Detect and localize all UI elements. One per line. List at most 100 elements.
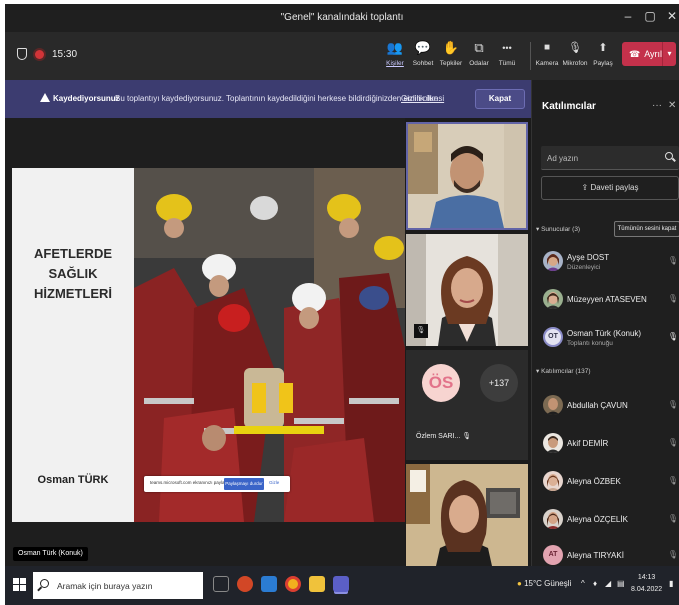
list-item[interactable]: Abdullah ÇAVUN 🎙 <box>541 392 679 420</box>
list-item[interactable]: Müzeyyen ATASEVEN 🎙 <box>541 286 679 314</box>
title-bar: "Genel" kanalındaki toplantı – ▢ ✕ <box>5 4 679 32</box>
search-icon <box>665 152 673 160</box>
task-view-icon[interactable] <box>213 576 229 592</box>
participant-overflow-tile[interactable]: ÖS +137 Özlem SARI... 🎙 <box>406 350 528 460</box>
chevron-down-icon[interactable]: ▾ <box>662 42 676 66</box>
list-item[interactable]: Ayşe DOST Düzenleyici 🎙 <box>541 248 679 276</box>
screen-share-bar: teams.microsoft.com ekranınızı paylaşıyo… <box>144 476 290 492</box>
taskbar-search[interactable]: Aramak için buraya yazın <box>33 572 203 599</box>
taskbar-search-placeholder: Aramak için buraya yazın <box>57 581 153 591</box>
more-icon: ••• <box>502 43 512 53</box>
avatar <box>543 509 563 529</box>
list-item[interactable]: Aleyna ÖZÇELİK 🎙 <box>541 506 679 534</box>
participant-name: Müzeyyen ATASEVEN <box>567 295 647 304</box>
share-button[interactable]: ⬆ Paylaş <box>585 40 621 67</box>
hide-share-bar-button[interactable]: Gizle <box>269 480 279 485</box>
chevron-down-icon: ▾ <box>536 368 540 375</box>
video-tile-participant-1[interactable] <box>406 122 528 230</box>
chrome-icon[interactable] <box>285 576 301 592</box>
avatar <box>543 433 563 453</box>
privacy-policy-link[interactable]: Gizlilik ilkesi <box>401 94 444 103</box>
minimize-button[interactable]: – <box>619 9 637 23</box>
share-label: Paylaş <box>593 60 613 67</box>
video-tile-participant-3[interactable] <box>406 464 528 566</box>
banner-title: Kaydediyorsunuz <box>53 94 120 103</box>
leave-label: Ayrıl <box>644 49 663 59</box>
keyboard-icon[interactable]: ▤ <box>617 579 625 588</box>
microphone-off-icon: 🎙 <box>667 294 678 303</box>
slide-title: AFETLERDE SAĞLIK HİZMETLERİ <box>12 244 134 304</box>
stop-sharing-button[interactable]: Paylaşmayı durdur <box>224 478 264 490</box>
microphone-icon: 🎙 <box>667 332 678 341</box>
participant-name: Abdullah ÇAVUN <box>567 401 628 410</box>
powerpoint-icon[interactable] <box>237 576 253 592</box>
panel-title: Katılımcılar <box>542 101 596 112</box>
attendees-header-label: Katılımcılar (137) <box>541 368 591 375</box>
share-invite-button[interactable]: ⇪ Daveti paylaş <box>541 176 679 200</box>
more-label: Tümü <box>498 60 516 67</box>
teams-window: "Genel" kanalındaki toplantı – ▢ ✕ 15:30… <box>5 4 679 605</box>
video-tile-participant-2[interactable]: 🎙 <box>406 234 528 346</box>
notifications-icon[interactable]: ▮ <box>669 579 673 588</box>
volume-icon[interactable]: ◢ <box>605 579 611 588</box>
chevron-down-icon: ▾ <box>536 226 540 233</box>
search-icon <box>40 579 49 588</box>
participant-name: Osman Türk (Konuk) <box>567 329 642 338</box>
meeting-toolbar: 15:30 👥 Kişiler 💬 Sohbet ✋ Tepkiler ⧉ Od… <box>5 32 679 80</box>
close-window-button[interactable]: ✕ <box>663 9 679 23</box>
maximize-button[interactable]: ▢ <box>641 9 659 23</box>
more-participants-bubble[interactable]: +137 <box>480 364 518 402</box>
presentation-slide: AFETLERDE SAĞLIK HİZMETLERİ Osman TÜRK t… <box>12 168 405 522</box>
participant-search[interactable] <box>541 146 679 170</box>
microphone-off-icon: 🎙 <box>667 476 678 485</box>
panel-more-icon[interactable]: ··· <box>652 100 662 111</box>
participant-role: Toplantı konuğu <box>567 340 613 347</box>
meeting-timer: 15:30 <box>52 48 78 60</box>
muted-icon: 🎙 <box>414 324 428 338</box>
banner-close-button[interactable]: Kapat <box>475 89 525 109</box>
window-title: "Genel" kanalındaki toplantı <box>280 12 404 23</box>
slide-title-panel: AFETLERDE SAĞLIK HİZMETLERİ Osman TÜRK <box>12 168 134 522</box>
rescue-photo <box>134 168 405 522</box>
participant-name: Akif DEMİR <box>567 439 609 448</box>
presenter-name-tag: Osman Türk (Konuk) <box>13 547 88 561</box>
share-notice: teams.microsoft.com ekranınızı paylaşıyo… <box>150 480 236 485</box>
recording-banner: Kaydediyorsunuz Bu toplantıyı kaydediyor… <box>5 80 531 118</box>
windows-taskbar: Aramak için buraya yazın ● 15°C Güneşli … <box>5 566 679 605</box>
avatar <box>543 251 563 271</box>
avatar <box>543 395 563 415</box>
recording-icon <box>35 49 44 59</box>
network-icon[interactable]: ♦ <box>593 579 597 588</box>
panel-close-icon[interactable]: ✕ <box>668 100 676 111</box>
weather-widget[interactable]: ● 15°C Güneşli <box>517 579 571 588</box>
list-item[interactable]: Akif DEMİR 🎙 <box>541 430 679 458</box>
file-explorer-icon[interactable] <box>309 576 325 592</box>
attendees-header[interactable]: ▾ Katılımcılar (137) <box>536 367 591 375</box>
windows-start-icon[interactable] <box>13 578 27 592</box>
avatar <box>543 289 563 309</box>
presenters-header[interactable]: ▾ Sunucular (3) <box>536 225 580 233</box>
microphone-off-icon: 🎙 <box>462 433 472 440</box>
clock-date: 8.04.2022 <box>631 586 663 593</box>
search-input[interactable] <box>541 146 659 170</box>
leave-button[interactable]: ☎ Ayrıl ▾ <box>622 42 676 66</box>
teams-icon[interactable] <box>333 576 349 592</box>
slide-author: Osman TÜRK <box>37 474 109 486</box>
list-item[interactable]: OT Osman Türk (Konuk) Toplantı konuğu 🎙 <box>541 324 679 352</box>
mute-all-button[interactable]: Tümünün sesini kapat <box>614 221 679 237</box>
chevron-up-icon[interactable]: ^ <box>581 579 585 588</box>
share-invite-label: Daveti paylaş <box>590 183 639 192</box>
sun-icon: ● <box>517 579 522 588</box>
shared-screen-stage: AFETLERDE SAĞLIK HİZMETLERİ Osman TÜRK t… <box>5 118 405 566</box>
participant-role: Düzenleyici <box>567 264 601 271</box>
share-icon: ⬆ <box>598 42 608 54</box>
participant-name: Aleyna ÖZÇELİK <box>567 515 628 524</box>
outlook-icon[interactable] <box>261 576 277 592</box>
system-clock[interactable]: 14:13 8.04.2022 <box>631 572 662 596</box>
avatar: AT <box>543 545 563 565</box>
list-item[interactable]: Aleyna ÖZBEK 🎙 <box>541 468 679 496</box>
avatar: OT <box>543 327 563 347</box>
share-link-icon: ⇪ <box>581 183 589 192</box>
more-button[interactable]: ••• Tümü <box>489 40 525 67</box>
participants-panel: Katılımcılar ··· ✕ ⇪ Daveti paylaş ▾ Sun… <box>531 80 679 566</box>
